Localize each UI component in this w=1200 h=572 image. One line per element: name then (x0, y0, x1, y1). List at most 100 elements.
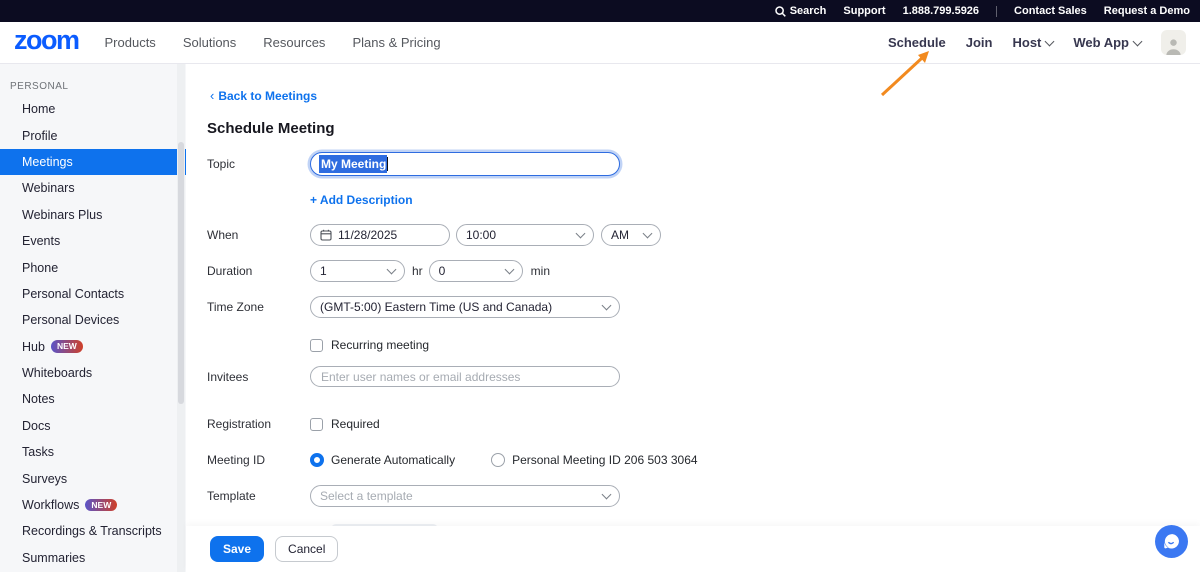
sidebar-item[interactable]: Notes (0, 386, 186, 412)
zoom-logo[interactable]: zoom (14, 27, 80, 54)
search-icon (774, 5, 786, 17)
form-footer: Save Cancel (186, 526, 1200, 572)
timezone-row: Time Zone (GMT-5:00) Eastern Time (US an… (207, 296, 1200, 318)
sidebar-item[interactable]: Personal Contacts (0, 281, 186, 307)
sidebar-item[interactable]: Docs (0, 413, 186, 439)
main-content: ‹ Back to Meetings Schedule Meeting Topi… (186, 64, 1200, 572)
sidebar-item[interactable]: Personal Devices (0, 307, 186, 333)
sidebar-item-label: Profile (22, 128, 58, 143)
radio-selected-icon[interactable] (310, 453, 324, 467)
sidebar-item[interactable]: Phone (0, 254, 186, 280)
main-navbar: zoom Products Solutions Resources Plans & P… (0, 22, 1200, 64)
hr-label: hr (412, 264, 423, 278)
sidebar-item[interactable]: Home (0, 96, 186, 122)
chevron-down-icon (1132, 36, 1143, 46)
sidebar-item[interactable]: Meetings (0, 148, 186, 176)
avatar-icon (1166, 39, 1181, 55)
recurring-row: Recurring meeting (207, 338, 1200, 352)
nav-link[interactable]: Solutions (183, 35, 236, 50)
chat-assistant-button[interactable] (1155, 525, 1188, 558)
duration-row: Duration 1 hr 0 min (207, 260, 1200, 282)
nav-link[interactable]: Products (105, 35, 156, 50)
sidebar-item[interactable]: Tasks (0, 439, 186, 465)
schedule-link[interactable]: Schedule (888, 35, 946, 50)
sidebar-item-label: Recordings & Transcripts (22, 524, 162, 539)
search-link[interactable]: Search (774, 5, 827, 17)
sidebar-item-label: Personal Contacts (22, 286, 125, 301)
invitees-input[interactable] (310, 366, 620, 387)
timezone-label: Time Zone (207, 300, 264, 314)
chat-bubble-icon (1164, 534, 1179, 549)
add-description-link[interactable]: + Add Description (310, 193, 413, 207)
date-input[interactable]: 11/28/2025 (310, 224, 450, 246)
time-select[interactable]: 10:00 (456, 224, 594, 246)
recurring-option: Recurring meeting (310, 338, 429, 352)
duration-label: Duration (207, 264, 253, 278)
nav-right: Schedule Join Host Web App (888, 30, 1186, 55)
registration-label: Registration (207, 417, 272, 431)
sidebar-item[interactable]: Whiteboards (0, 360, 186, 386)
web-app-menu[interactable]: Web App (1073, 35, 1143, 50)
date-value: 11/28/2025 (338, 228, 398, 242)
chevron-down-icon (504, 264, 515, 275)
nav-link[interactable]: Resources (263, 35, 325, 50)
topic-selected-text: My Meeting (319, 155, 388, 173)
sidebar-item-label: Tasks (22, 445, 54, 460)
sidebar-item-label: Workflows (22, 498, 80, 513)
ampm-select[interactable]: AM (601, 224, 661, 246)
sidebar-scrollbar-thumb[interactable] (178, 142, 184, 404)
sidebar-item[interactable]: Events (0, 228, 186, 254)
registration-row: Registration Required (207, 417, 1200, 431)
registration-required-checkbox[interactable] (310, 417, 323, 431)
host-menu[interactable]: Host (1013, 35, 1055, 50)
recurring-label: Recurring meeting (331, 338, 430, 352)
sidebar-item-label: Meetings (22, 154, 73, 169)
contact-sales-link[interactable]: Contact Sales (1014, 5, 1087, 17)
request-demo-link[interactable]: Request a Demo (1104, 5, 1190, 17)
sidebar-item[interactable]: Surveys (0, 465, 186, 491)
radio-unselected-icon[interactable] (491, 453, 506, 467)
topic-row: Topic My Meeting (207, 152, 1200, 176)
chevron-left-icon: ‹ (210, 88, 215, 103)
support-link[interactable]: Support (843, 5, 885, 17)
meeting-id-row: Meeting ID Generate Automatically Person… (207, 453, 1200, 467)
duration-hr-select[interactable]: 1 (310, 260, 405, 282)
personal-meeting-id-option[interactable]: Personal Meeting ID 206 503 3064 (491, 453, 698, 467)
template-select[interactable]: Select a template (310, 485, 620, 507)
calendar-icon (320, 229, 332, 241)
sidebar-section-label: PERSONAL (10, 80, 69, 92)
recurring-checkbox[interactable] (310, 338, 323, 352)
topic-input[interactable]: My Meeting (310, 152, 620, 176)
sidebar-item[interactable]: Hub NEW (0, 334, 186, 360)
add-description-row: + Add Description (207, 193, 1200, 207)
template-placeholder: Select a template (320, 489, 413, 503)
template-label: Template (207, 489, 256, 503)
back-to-meetings-link[interactable]: ‹ Back to Meetings (210, 88, 317, 103)
search-label: Search (789, 5, 827, 17)
duration-min-select[interactable]: 0 (428, 260, 523, 282)
chevron-down-icon (575, 228, 586, 239)
new-badge: NEW (50, 340, 83, 353)
join-link[interactable]: Join (966, 35, 993, 50)
when-label: When (207, 228, 239, 242)
timezone-value: (GMT-5:00) Eastern Time (US and Canada) (320, 300, 553, 314)
generate-automatically-option[interactable]: Generate Automatically (310, 453, 455, 467)
min-label: min (530, 264, 551, 278)
required-label: Required (331, 417, 380, 431)
sidebar-item[interactable]: Webinars Plus (0, 202, 186, 228)
registration-option: Required (310, 417, 380, 431)
save-button[interactable]: Save (210, 536, 265, 562)
cancel-button[interactable]: Cancel (275, 536, 339, 562)
top-utility-bar: Search Support 1.888.799.5926 Contact Sa… (0, 0, 1200, 22)
sidebar-item[interactable]: Recordings & Transcripts (0, 518, 186, 544)
sidebar-item[interactable]: Profile (0, 122, 186, 148)
sidebar-item[interactable]: Workflows NEW (0, 492, 186, 518)
timezone-select[interactable]: (GMT-5:00) Eastern Time (US and Canada) (310, 296, 620, 318)
user-avatar[interactable] (1161, 30, 1186, 55)
nav-link[interactable]: Plans & Pricing (352, 35, 440, 50)
sidebar-item-label: Surveys (22, 471, 68, 486)
sidebar-item[interactable]: Summaries (0, 545, 186, 571)
sidebar-item[interactable]: Webinars (0, 175, 186, 201)
phone-number[interactable]: 1.888.799.5926 (903, 5, 979, 17)
meeting-id-label: Meeting ID (207, 453, 266, 467)
